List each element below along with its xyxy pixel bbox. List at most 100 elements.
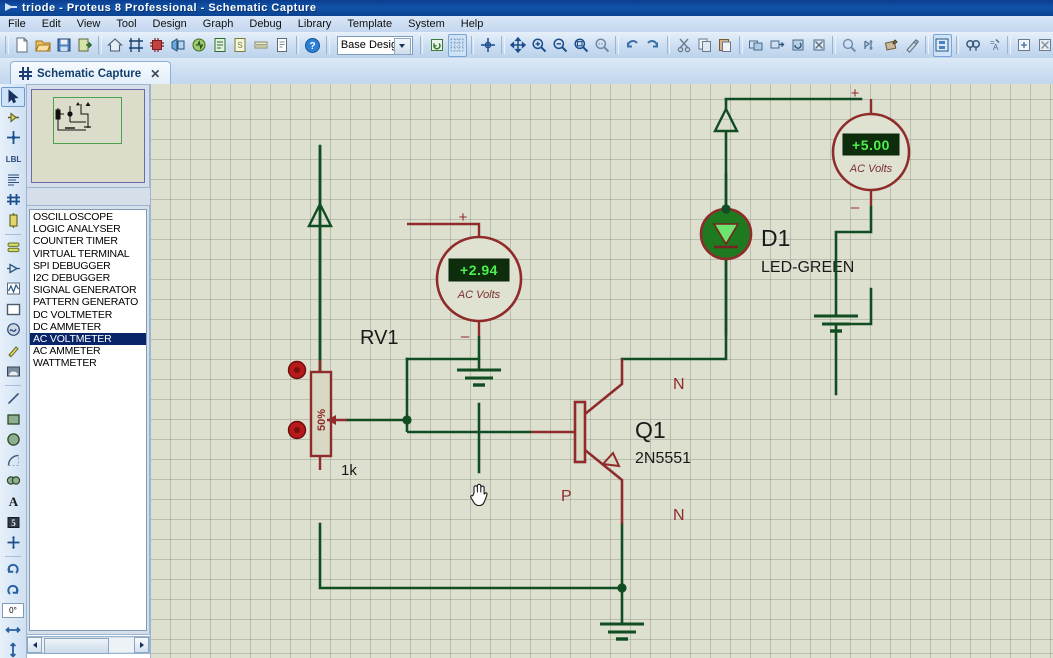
menu-debug[interactable]: Debug: [241, 17, 289, 32]
menu-library[interactable]: Library: [290, 17, 340, 32]
list-item-wattmeter[interactable]: WATTMETER: [30, 357, 146, 369]
search-icon[interactable]: [963, 34, 982, 57]
ac-voltmeter-supply[interactable]: +5.00 AC Volts + –: [831, 85, 911, 216]
pan-icon[interactable]: [509, 34, 528, 57]
text-script-tool[interactable]: [1, 169, 25, 189]
open-folder-icon[interactable]: [33, 34, 52, 57]
menu-graph[interactable]: Graph: [195, 17, 242, 32]
tape-recorder-tool[interactable]: [1, 300, 25, 320]
power-terminal-right[interactable]: [713, 98, 739, 209]
list-item-logic-analyser[interactable]: LOGIC ANALYSER: [30, 223, 146, 235]
transistor-q1[interactable]: Q1 2N5551 N P N: [531, 359, 691, 524]
simulation-icon[interactable]: [189, 34, 208, 57]
pick-device-icon[interactable]: [840, 34, 859, 57]
list-item-counter-timer[interactable]: COUNTER TIMER: [30, 235, 146, 247]
bill-of-materials-icon[interactable]: [210, 34, 229, 57]
menu-system[interactable]: System: [400, 17, 453, 32]
wire-label-tool[interactable]: LBL: [1, 149, 25, 169]
refresh-icon[interactable]: [427, 34, 446, 57]
graph-mode-tool[interactable]: [1, 279, 25, 299]
copy-icon[interactable]: [695, 34, 714, 57]
property-assignment-icon[interactable]: = A: [984, 34, 1003, 57]
zoom-all-icon[interactable]: [572, 34, 591, 57]
mirror-vertical-tool[interactable]: [1, 641, 25, 658]
toggle-properties-icon[interactable]: [932, 33, 952, 57]
list-item-spi-debugger[interactable]: SPI DEBUGGER: [30, 260, 146, 272]
remove-sheet-icon[interactable]: [1035, 34, 1053, 57]
new-document-icon[interactable]: [13, 34, 32, 57]
terminals-mode-tool[interactable]: [1, 238, 25, 258]
menu-help[interactable]: Help: [453, 17, 492, 32]
zoom-out-icon[interactable]: [551, 34, 570, 57]
design-explorer-icon[interactable]: S: [231, 34, 250, 57]
3d-viewer-icon[interactable]: [168, 34, 187, 57]
new-sheet-icon[interactable]: [1015, 34, 1034, 57]
selection-mode-tool[interactable]: [1, 87, 25, 107]
origin-icon[interactable]: [478, 34, 497, 57]
circle-tool[interactable]: [1, 430, 25, 450]
block-delete-icon[interactable]: [809, 34, 828, 57]
list-item-dc-voltmeter[interactable]: DC VOLTMETER: [30, 309, 146, 321]
menu-template[interactable]: Template: [339, 17, 400, 32]
block-copy-icon[interactable]: [747, 34, 766, 57]
block-rotate-icon[interactable]: [788, 34, 807, 57]
zoom-in-icon[interactable]: [530, 34, 549, 57]
list-item-i2c-debugger[interactable]: I2C DEBUGGER: [30, 272, 146, 284]
device-pins-tool[interactable]: [1, 258, 25, 278]
text-tool[interactable]: A: [1, 492, 25, 512]
rotate-anticlockwise-tool[interactable]: [1, 581, 25, 601]
list-item-ac-ammeter[interactable]: AC AMMETER: [30, 345, 146, 357]
list-item-signal-generator[interactable]: SIGNAL GENERATOR: [30, 284, 146, 296]
generator-mode-tool[interactable]: [1, 320, 25, 340]
list-item-pattern-generator[interactable]: PATTERN GENERATO: [30, 296, 146, 308]
make-device-icon[interactable]: [861, 34, 880, 57]
gerber-viewer-icon[interactable]: [252, 34, 271, 57]
ac-voltmeter-base[interactable]: +2.94 AC Volts + –: [407, 209, 523, 345]
undo-icon[interactable]: [623, 34, 642, 57]
list-item-ac-voltmeter[interactable]: AC VOLTMETER: [30, 333, 146, 346]
report-icon[interactable]: [273, 34, 292, 57]
path-tool[interactable]: [1, 471, 25, 491]
menu-view[interactable]: View: [69, 17, 109, 32]
schematic-canvas[interactable]: 50% RV1 1k +2.94 AC Volts + – Q1 2N5551 …: [150, 84, 1053, 658]
symbol-tool[interactable]: 5: [1, 512, 25, 532]
box-tool[interactable]: [1, 409, 25, 429]
chevron-down-icon[interactable]: [393, 37, 411, 55]
home-icon[interactable]: [106, 34, 125, 57]
scrollbar-track[interactable]: [42, 638, 134, 654]
junction-dot-tool[interactable]: [1, 128, 25, 148]
schematic-capture-icon[interactable]: [127, 34, 146, 57]
pcb-layout-icon[interactable]: [147, 34, 166, 57]
list-item-virtual-terminal[interactable]: VIRTUAL TERMINAL: [30, 248, 146, 260]
toggle-grid-icon[interactable]: [447, 33, 467, 57]
led-d1[interactable]: D1 LED-GREEN: [699, 207, 854, 276]
arc-tool[interactable]: [1, 451, 25, 471]
scrollbar-thumb[interactable]: [44, 638, 109, 654]
rotation-angle-field[interactable]: 0°: [2, 603, 24, 618]
close-icon[interactable]: ✕: [150, 67, 160, 81]
save-icon[interactable]: [54, 34, 73, 57]
menu-tool[interactable]: Tool: [108, 17, 144, 32]
voltage-probe-tool[interactable]: [1, 341, 25, 361]
paste-icon[interactable]: [716, 34, 735, 57]
line-tool[interactable]: [1, 389, 25, 409]
help-icon[interactable]: ?: [303, 34, 322, 57]
scroll-right-icon[interactable]: [134, 637, 149, 653]
packaging-tool-icon[interactable]: [881, 34, 900, 57]
zoom-area-icon[interactable]: [592, 34, 611, 57]
cut-icon[interactable]: [674, 34, 693, 57]
list-item-oscilloscope[interactable]: OSCILLOSCOPE: [30, 211, 146, 223]
decompose-icon[interactable]: [902, 34, 921, 57]
panel-horizontal-scrollbar[interactable]: [26, 636, 150, 654]
instrument-listbox[interactable]: OSCILLOSCOPE LOGIC ANALYSER COUNTER TIME…: [29, 209, 147, 631]
redo-icon[interactable]: [644, 34, 663, 57]
component-mode-tool[interactable]: [1, 108, 25, 128]
rotate-clockwise-tool[interactable]: [1, 560, 25, 580]
menu-edit[interactable]: Edit: [34, 17, 69, 32]
menu-design[interactable]: Design: [145, 17, 195, 32]
mirror-horizontal-tool[interactable]: [1, 620, 25, 640]
import-export-icon[interactable]: [75, 34, 94, 57]
scroll-left-icon[interactable]: [27, 637, 42, 653]
tab-schematic-capture[interactable]: Schematic Capture ✕: [10, 61, 172, 85]
virtual-instruments-tool[interactable]: [1, 361, 25, 381]
